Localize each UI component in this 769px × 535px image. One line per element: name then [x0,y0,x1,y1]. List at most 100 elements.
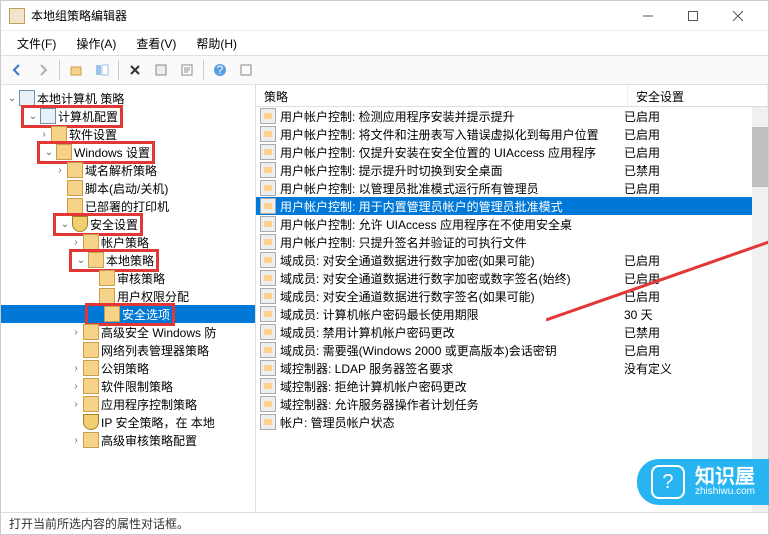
menu-view[interactable]: 查看(V) [128,33,184,54]
folder-icon [83,378,99,394]
tree-label: 安全选项 [122,306,170,323]
collapse-icon[interactable]: ⌄ [42,147,56,158]
list-row[interactable]: 用户帐户控制: 检测应用程序安装并提示提升已启用 [256,107,752,125]
policy-icon [260,108,276,124]
policy-name: 域控制器: 拒绝计算机帐户密码更改 [280,378,620,395]
list-panel: 策略 安全设置 用户帐户控制: 检测应用程序安装并提示提升已启用用户帐户控制: … [256,85,768,512]
list-row[interactable]: 域成员: 对安全通道数据进行数字加密(如果可能)已启用 [256,251,752,269]
menu-help[interactable]: 帮助(H) [188,33,245,54]
collapse-icon[interactable]: ⌄ [26,111,40,122]
tree-item-n18[interactable]: ·IP 安全策略，在 本地 [1,413,255,431]
expand-icon[interactable]: › [69,399,83,410]
list-row[interactable]: 用户帐户控制: 用于内置管理员帐户的管理员批准模式 [256,197,752,215]
watermark-url: zhishiwu.com [695,487,755,497]
computer-icon [40,108,56,124]
menu-action[interactable]: 操作(A) [68,33,124,54]
collapse-icon[interactable]: ⌄ [58,219,72,230]
minimize-button[interactable] [625,2,670,30]
list-row[interactable]: 域控制器: 拒绝计算机帐户密码更改 [256,377,752,395]
tree-item-n3[interactable]: ⌄Windows 设置 [1,143,255,161]
column-security-setting[interactable]: 安全设置 [628,85,768,106]
policy-name: 用户帐户控制: 以管理员批准模式运行所有管理员 [280,180,620,197]
expand-icon[interactable]: › [69,327,83,338]
tree-item-n14[interactable]: ·网络列表管理器策略 [1,341,255,359]
properties-button[interactable] [175,58,199,82]
policy-icon [260,342,276,358]
window-title: 本地组策略编辑器 [31,7,625,24]
back-button[interactable] [5,58,29,82]
list-row[interactable]: 域控制器: LDAP 服务器签名要求没有定义 [256,359,752,377]
tree-panel[interactable]: ⌄本地计算机 策略⌄计算机配置›软件设置⌄Windows 设置›域名解析策略·脚… [1,85,256,512]
tree-label: 本地策略 [106,252,154,269]
menu-file[interactable]: 文件(F) [9,33,64,54]
tree-item-n7[interactable]: ⌄安全设置 [1,215,255,233]
tree-item-n5[interactable]: ·脚本(启动/关机) [1,179,255,197]
expand-icon[interactable]: › [37,129,51,140]
delete-button[interactable] [123,58,147,82]
tree-item-n16[interactable]: ›软件限制策略 [1,377,255,395]
collapse-icon[interactable]: ⌄ [74,255,88,266]
forward-button[interactable] [31,58,55,82]
tree-item-n1[interactable]: ⌄计算机配置 [1,107,255,125]
column-policy[interactable]: 策略 [256,85,628,106]
refresh-button[interactable] [234,58,258,82]
collapse-icon[interactable]: ⌄ [5,93,19,104]
list-row[interactable]: 域成员: 禁用计算机帐户密码更改已禁用 [256,323,752,341]
maximize-button[interactable] [670,2,715,30]
folder-icon [83,360,99,376]
expand-icon[interactable]: › [69,435,83,446]
policy-setting: 已启用 [620,144,752,161]
policy-icon [260,144,276,160]
list-row[interactable]: 用户帐户控制: 只提升签名并验证的可执行文件 [256,233,752,251]
list-row[interactable]: 域成员: 对安全通道数据进行数字加密或数字签名(始终)已启用 [256,269,752,287]
policy-icon [260,216,276,232]
tree-item-n10[interactable]: ·审核策略 [1,269,255,287]
tree-item-n19[interactable]: ›高级审核策略配置 [1,431,255,449]
list-row[interactable]: 域控制器: 允许服务器操作者计划任务 [256,395,752,413]
expand-icon[interactable]: › [69,363,83,374]
list-row[interactable]: 用户帐户控制: 以管理员批准模式运行所有管理员已启用 [256,179,752,197]
policy-name: 域成员: 需要强(Windows 2000 或更高版本)会话密钥 [280,342,620,359]
list-row[interactable]: 用户帐户控制: 提示提升时切换到安全桌面已禁用 [256,161,752,179]
policy-name: 用户帐户控制: 将文件和注册表写入错误虚拟化到每用户位置 [280,126,620,143]
show-hide-tree-button[interactable] [90,58,114,82]
close-button[interactable] [715,2,760,30]
list-row[interactable]: 域成员: 需要强(Windows 2000 或更高版本)会话密钥已启用 [256,341,752,359]
list-body[interactable]: 用户帐户控制: 检测应用程序安装并提示提升已启用用户帐户控制: 将文件和注册表写… [256,107,752,512]
tree-item-n15[interactable]: ›公钥策略 [1,359,255,377]
scrollbar[interactable] [752,107,768,512]
up-button[interactable] [64,58,88,82]
list-row[interactable]: 域成员: 对安全通道数据进行数字签名(如果可能)已启用 [256,287,752,305]
list-row[interactable]: 用户帐户控制: 仅提升安装在安全位置的 UIAccess 应用程序已启用 [256,143,752,161]
policy-icon [260,288,276,304]
expand-icon[interactable]: › [69,381,83,392]
expand-icon[interactable]: › [69,237,83,248]
tree-item-n9[interactable]: ⌄ 本地策略 [1,251,255,269]
policy-name: 帐户: 管理员帐户状态 [280,414,620,431]
folder-icon [67,180,83,196]
policy-icon [260,360,276,376]
expand-icon[interactable]: › [53,165,67,176]
list-row[interactable]: 帐户: 管理员帐户状态 [256,413,752,431]
tree-item-n12[interactable]: ·安全选项 [1,305,255,323]
policy-icon [260,270,276,286]
shield-icon [72,216,88,232]
policy-name: 域成员: 对安全通道数据进行数字加密(如果可能) [280,252,620,269]
policy-setting: 已启用 [620,180,752,197]
tree-item-n17[interactable]: ›应用程序控制策略 [1,395,255,413]
tree-label: IP 安全策略，在 本地 [101,414,215,431]
list-row[interactable]: 用户帐户控制: 允许 UIAccess 应用程序在不使用安全桌 [256,215,752,233]
export-button[interactable] [149,58,173,82]
policy-setting: 已启用 [620,342,752,359]
tree-item-n13[interactable]: ›高级安全 Windows 防 [1,323,255,341]
folder-icon [83,396,99,412]
tree-label: 域名解析策略 [85,162,157,179]
policy-name: 域成员: 对安全通道数据进行数字加密或数字签名(始终) [280,270,620,287]
statusbar: 打开当前所选内容的属性对话框。 [1,512,768,534]
folder-icon [104,306,120,322]
tree-item-n4[interactable]: › 域名解析策略 [1,161,255,179]
help-button[interactable]: ? [208,58,232,82]
policy-name: 域成员: 计算机帐户密码最长使用期限 [280,306,620,323]
list-row[interactable]: 用户帐户控制: 将文件和注册表写入错误虚拟化到每用户位置已启用 [256,125,752,143]
list-row[interactable]: 域成员: 计算机帐户密码最长使用期限30 天 [256,305,752,323]
